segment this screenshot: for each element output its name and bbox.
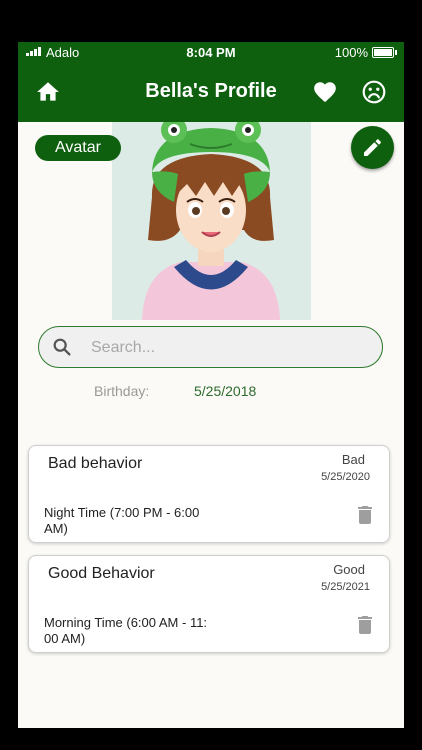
- battery-icon: [372, 47, 397, 58]
- trash-icon[interactable]: [357, 506, 373, 524]
- avatar-image: [112, 122, 311, 320]
- heart-icon[interactable]: [312, 79, 338, 105]
- search-icon: [53, 338, 71, 356]
- birthday-label: Birthday:: [94, 383, 150, 399]
- behavior-title: Good Behavior: [48, 565, 155, 582]
- behavior-card[interactable]: Bad behavior Bad 5/25/2020 Night Time (7…: [28, 445, 390, 543]
- behavior-card[interactable]: Good Behavior Good 5/25/2021 Morning Tim…: [28, 555, 390, 653]
- behavior-time-period: Morning Time (6:00 AM - 11: 00 AM): [44, 615, 208, 646]
- app-bar: Bella's Profile: [18, 62, 404, 122]
- behavior-date: 5/25/2021: [321, 581, 370, 593]
- trash-icon[interactable]: [357, 616, 373, 634]
- behavior-title: Bad behavior: [48, 455, 143, 472]
- pencil-icon: [364, 139, 381, 156]
- birthday-value: 5/25/2018: [194, 383, 257, 399]
- status-bar: Adalo 8:04 PM 100%: [18, 42, 404, 62]
- behavior-rating: Bad: [341, 452, 365, 467]
- search-placeholder: Search...: [91, 339, 156, 356]
- page-title: Bella's Profile: [145, 80, 277, 102]
- avatar-badge: Avatar: [35, 135, 121, 161]
- edit-profile-button[interactable]: [351, 126, 394, 169]
- behavior-rating: Good: [333, 562, 365, 577]
- search-input[interactable]: Search...: [38, 326, 383, 368]
- behavior-date: 5/25/2020: [321, 471, 370, 483]
- sad-face-icon[interactable]: [361, 79, 387, 105]
- app-screen: Adalo 8:04 PM 100% Bella's Profile Avata…: [18, 42, 404, 728]
- battery-percent: 100%: [334, 45, 368, 60]
- behavior-time-period: Night Time (7:00 PM - 6:00 AM): [44, 505, 200, 536]
